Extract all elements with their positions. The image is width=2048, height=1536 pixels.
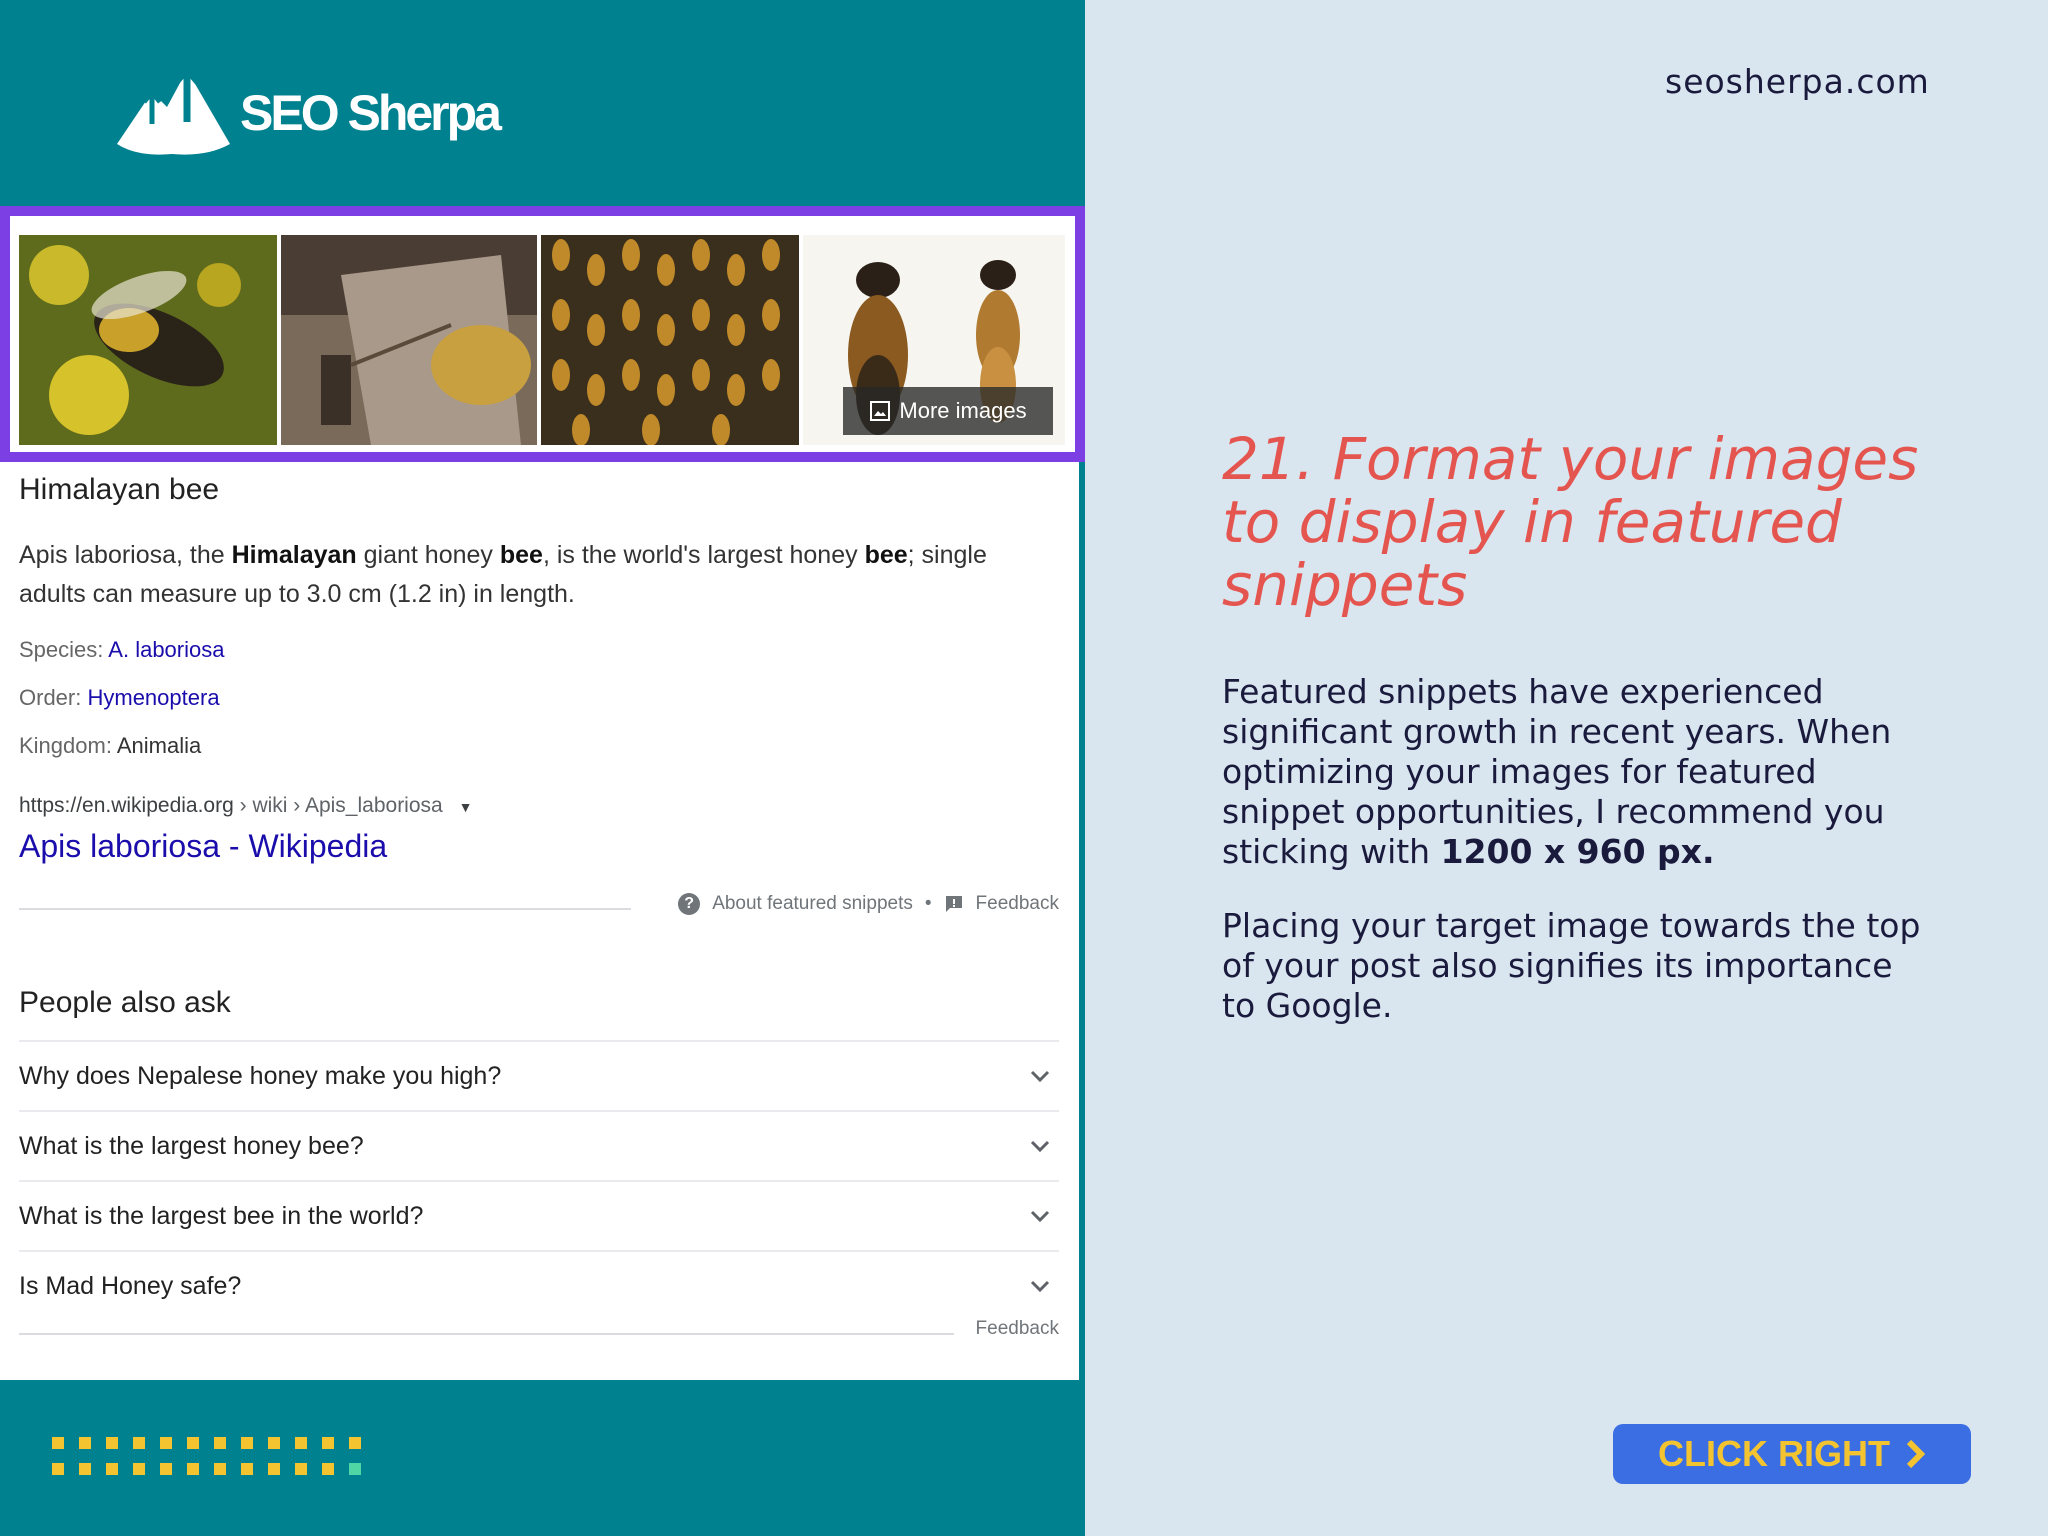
more-images-label: More images — [899, 398, 1027, 423]
order-link[interactable]: Hymenoptera — [87, 685, 219, 710]
slide-headline: 21. Format your images to display in fea… — [1222, 425, 1919, 619]
paa-question[interactable]: What is the largest bee in the world? — [19, 1180, 1059, 1250]
logo-text: SEO Sherpa — [240, 85, 502, 141]
fact-kingdom: Kingdom: Animalia — [19, 733, 202, 758]
click-right-label: CLICK RIGHT — [1658, 1433, 1890, 1474]
slide-paragraph-1: Featured snippets have experienced signi… — [1222, 672, 1892, 871]
thumbnail-bee-swarm[interactable] — [541, 235, 799, 445]
divider — [19, 1333, 954, 1335]
featured-image-strip: More images — [0, 206, 1085, 462]
result-title-link[interactable]: Apis laboriosa - Wikipedia — [19, 828, 387, 865]
feedback-link[interactable]: Feedback — [976, 893, 1059, 915]
thumbnail-honey-hunter[interactable] — [281, 235, 537, 445]
paa-question[interactable]: What is the largest honey bee? — [19, 1110, 1059, 1180]
fact-species: Species: A. laboriosa — [19, 637, 225, 662]
chevron-down-icon — [1030, 1070, 1050, 1083]
chevron-right-icon — [1906, 1439, 1926, 1469]
about-featured-snippets-link[interactable]: About featured snippets — [712, 893, 913, 915]
image-icon — [870, 401, 891, 421]
entity-title: Himalayan bee — [19, 473, 220, 506]
species-link[interactable]: A. laboriosa — [108, 637, 224, 662]
paa-feedback-link[interactable]: Feedback — [976, 1318, 1059, 1340]
snippet-meta: ? About featured snippets • Feedback — [678, 893, 1059, 915]
paa-question[interactable]: Why does Nepalese honey make you high? — [19, 1040, 1059, 1110]
entity-description: Apis laboriosa, the Himalayan giant hone… — [19, 541, 987, 608]
thumbnail-bee-on-flower[interactable] — [19, 235, 277, 445]
result-cite: https://en.wikipedia.org › wiki › Apis_l… — [19, 794, 473, 817]
mountain-logo-icon — [117, 65, 230, 155]
serp-screenshot: More images Himalayan bee Apis laboriosa… — [0, 206, 1085, 1380]
left-panel: SEO Sherpa More images Himalayan bee Api… — [0, 0, 1085, 1536]
slide-paragraph-2: Placing your target image towards the to… — [1222, 906, 1921, 1025]
seo-sherpa-logo[interactable]: SEO Sherpa — [112, 62, 532, 162]
thumbnail-two-bees[interactable]: More images — [803, 235, 1065, 445]
chevron-down-icon — [1030, 1210, 1050, 1223]
site-url: seosherpa.com — [1665, 62, 1930, 101]
divider — [19, 908, 631, 910]
fact-order: Order: Hymenoptera — [19, 685, 220, 710]
more-images-button[interactable]: More images — [843, 387, 1053, 435]
help-icon: ? — [678, 893, 701, 915]
paa-question[interactable]: Is Mad Honey safe? — [19, 1250, 1059, 1320]
cite-menu-caret-icon[interactable]: ▼ — [459, 799, 473, 815]
click-right-button[interactable]: CLICK RIGHT — [1613, 1424, 1971, 1484]
chevron-down-icon — [1030, 1140, 1050, 1153]
feedback-icon — [945, 896, 962, 912]
people-also-ask-title: People also ask — [19, 986, 231, 1019]
chevron-down-icon — [1030, 1280, 1050, 1293]
